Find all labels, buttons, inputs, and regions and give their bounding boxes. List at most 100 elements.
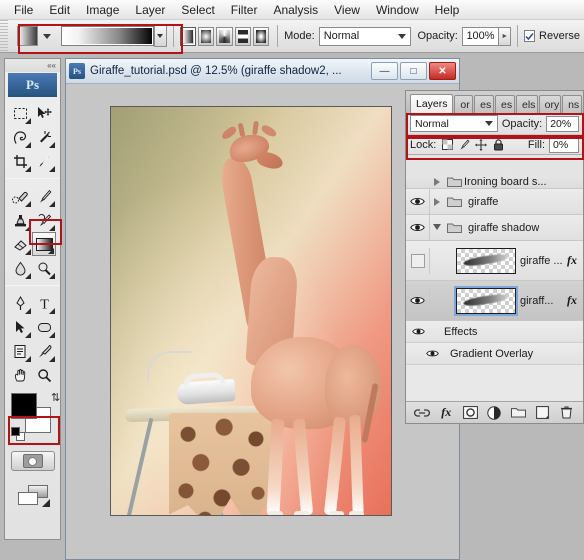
foreground-color-swatch[interactable] bbox=[11, 393, 37, 419]
lock-position-icon[interactable] bbox=[474, 138, 488, 152]
path-selection-tool[interactable] bbox=[8, 315, 32, 339]
new-adjustment-layer-icon[interactable] bbox=[485, 405, 503, 421]
layer-thumbnail[interactable] bbox=[454, 285, 518, 316]
layer-row-giraffe-shadow-hidden[interactable]: giraffe ... fx bbox=[406, 241, 583, 281]
chevron-right-icon[interactable] bbox=[430, 177, 444, 186]
opacity-input[interactable]: 100% bbox=[461, 26, 500, 46]
layer-row-clipped[interactable]: Ironing board s... bbox=[406, 175, 583, 189]
quick-mask-button[interactable] bbox=[10, 451, 55, 471]
notes-tool[interactable] bbox=[8, 339, 32, 363]
layer-blend-mode-select[interactable]: Normal bbox=[410, 115, 499, 132]
reflected-gradient-icon[interactable] bbox=[234, 26, 251, 46]
menu-item-analysis[interactable]: Analysis bbox=[265, 1, 326, 19]
chevron-right-icon[interactable] bbox=[430, 197, 444, 206]
canvas-area[interactable] bbox=[66, 84, 459, 559]
radial-gradient-icon[interactable] bbox=[197, 26, 215, 46]
document-title-bar[interactable]: Ps Giraffe_tutorial.psd @ 12.5% (giraffe… bbox=[66, 59, 459, 84]
blur-tool[interactable] bbox=[8, 256, 32, 280]
menu-item-image[interactable]: Image bbox=[78, 1, 127, 19]
linear-gradient-icon[interactable] bbox=[179, 26, 196, 46]
layer-effects-fx-icon[interactable]: fx bbox=[567, 293, 577, 308]
reverse-checkbox[interactable] bbox=[524, 30, 536, 42]
layer-visibility-eye-off-icon[interactable] bbox=[406, 247, 430, 274]
layer-effects-row[interactable]: Effects bbox=[406, 321, 583, 343]
swap-colors-icon[interactable]: ⇅ bbox=[51, 391, 60, 404]
minimize-button[interactable]: — bbox=[371, 62, 398, 80]
menu-item-layer[interactable]: Layer bbox=[127, 1, 173, 19]
layer-opacity-input[interactable]: 20% bbox=[546, 115, 579, 132]
hand-tool[interactable] bbox=[8, 363, 32, 387]
layers-list[interactable]: Ironing board s... giraffe giraffe shado… bbox=[406, 175, 583, 401]
menu-item-filter[interactable]: Filter bbox=[223, 1, 266, 19]
maximize-button[interactable]: □ bbox=[400, 62, 427, 80]
layer-thumbnail[interactable] bbox=[456, 247, 516, 274]
brush-tool[interactable] bbox=[32, 184, 56, 208]
layer-style-fx-icon[interactable]: fx bbox=[437, 405, 455, 421]
tab-actions[interactable]: ns bbox=[562, 95, 582, 113]
angle-gradient-icon[interactable] bbox=[216, 26, 233, 46]
collapse-panel-button[interactable]: «« bbox=[5, 59, 60, 72]
gradient-preset-chevron-down-icon[interactable] bbox=[153, 25, 167, 47]
type-tool[interactable]: T bbox=[32, 291, 56, 315]
layer-effects-fx-icon[interactable]: fx bbox=[567, 253, 577, 268]
lock-image-pixels-icon[interactable] bbox=[457, 138, 471, 152]
lasso-tool[interactable] bbox=[8, 125, 32, 149]
fill-input[interactable]: 0% bbox=[549, 136, 579, 153]
new-group-icon[interactable] bbox=[510, 405, 528, 421]
history-brush-tool[interactable] bbox=[32, 208, 56, 232]
healing-brush-tool[interactable] bbox=[8, 184, 32, 208]
gradient-preset-swatch[interactable] bbox=[60, 26, 154, 46]
magic-wand-tool[interactable] bbox=[32, 125, 56, 149]
chevron-down-icon[interactable] bbox=[430, 224, 444, 231]
layer-row-giraffe-shadow2[interactable]: giraff... fx bbox=[406, 281, 583, 321]
opacity-slider-arrow-icon[interactable]: ► bbox=[499, 26, 512, 46]
screen-mode-button[interactable] bbox=[17, 485, 50, 507]
crop-tool[interactable] bbox=[8, 149, 32, 173]
menu-item-select[interactable]: Select bbox=[173, 1, 222, 19]
tab-color[interactable]: or bbox=[454, 95, 474, 113]
layer-row-giraffe-shadow[interactable]: giraffe shadow bbox=[406, 214, 583, 241]
layer-visibility-eye-icon[interactable] bbox=[406, 287, 430, 314]
tab-styles[interactable]: es bbox=[474, 95, 495, 113]
tab-paths[interactable]: es bbox=[495, 95, 515, 113]
menu-item-file[interactable]: File bbox=[6, 1, 41, 19]
layer-effect-gradient-overlay-row[interactable]: Gradient Overlay bbox=[406, 343, 583, 365]
options-bar-grip[interactable] bbox=[0, 19, 9, 53]
eraser-tool[interactable] bbox=[8, 232, 32, 256]
layer-visibility-eye-icon[interactable] bbox=[406, 214, 430, 241]
slice-tool[interactable] bbox=[32, 149, 56, 173]
zoom-tool[interactable] bbox=[32, 363, 56, 387]
add-layer-mask-icon[interactable] bbox=[461, 405, 479, 421]
default-colors-icon[interactable] bbox=[11, 427, 25, 441]
close-icon[interactable]: ✕ bbox=[452, 99, 453, 110]
delete-layer-icon[interactable] bbox=[558, 405, 576, 421]
layer-visibility-eye-icon[interactable] bbox=[406, 188, 430, 215]
gradient-tool[interactable] bbox=[32, 232, 56, 256]
new-layer-icon[interactable] bbox=[534, 405, 552, 421]
gradient-overlay-visibility-eye-icon[interactable] bbox=[420, 349, 444, 358]
lock-all-icon[interactable] bbox=[491, 138, 505, 152]
tool-preset-chevron-down-icon[interactable] bbox=[42, 33, 51, 39]
diamond-gradient-icon[interactable] bbox=[252, 26, 270, 46]
tab-channels[interactable]: els bbox=[515, 95, 538, 113]
tab-history[interactable]: ory bbox=[538, 95, 562, 113]
menu-item-help[interactable]: Help bbox=[427, 1, 468, 19]
close-button[interactable]: ✕ bbox=[429, 62, 456, 80]
move-tool[interactable] bbox=[32, 101, 56, 125]
gradient-tool-icon[interactable] bbox=[17, 26, 38, 46]
lock-transparent-pixels-icon[interactable] bbox=[440, 138, 454, 152]
link-layers-icon[interactable] bbox=[413, 405, 431, 421]
menu-item-edit[interactable]: Edit bbox=[41, 1, 78, 19]
rectangular-marquee-tool[interactable] bbox=[8, 101, 32, 125]
effects-visibility-eye-icon[interactable] bbox=[406, 327, 430, 336]
menu-item-window[interactable]: Window bbox=[368, 1, 427, 19]
image-canvas[interactable] bbox=[110, 106, 392, 516]
tab-layers[interactable]: Layers ✕ bbox=[410, 94, 454, 113]
rounded-rectangle-tool[interactable] bbox=[32, 315, 56, 339]
menu-item-view[interactable]: View bbox=[326, 1, 368, 19]
dodge-tool[interactable] bbox=[32, 256, 56, 280]
eyedropper-tool[interactable] bbox=[32, 339, 56, 363]
blend-mode-select[interactable]: Normal bbox=[318, 26, 411, 46]
layer-row-giraffe[interactable]: giraffe bbox=[406, 188, 583, 215]
clone-stamp-tool[interactable] bbox=[8, 208, 32, 232]
